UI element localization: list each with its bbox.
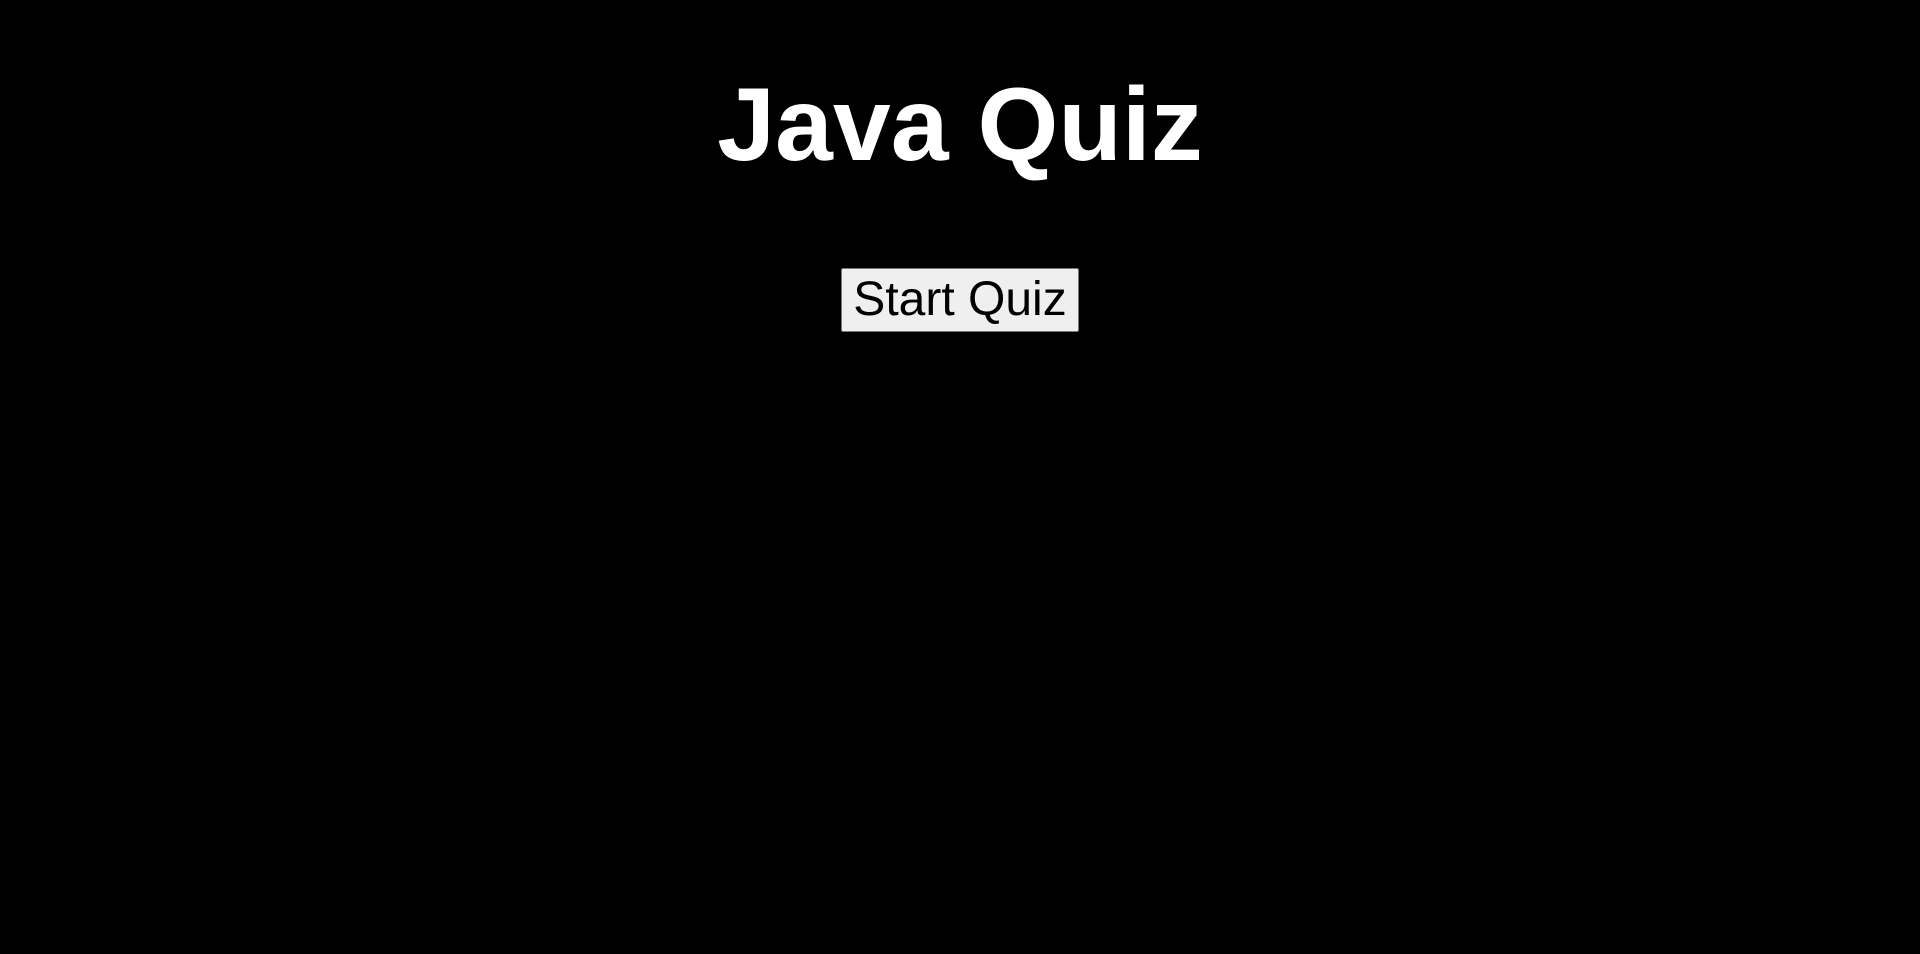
start-quiz-button[interactable]: Start Quiz [841,268,1079,332]
quiz-start-screen: Java Quiz Start Quiz [0,0,1920,954]
page-title: Java Quiz [717,67,1203,183]
